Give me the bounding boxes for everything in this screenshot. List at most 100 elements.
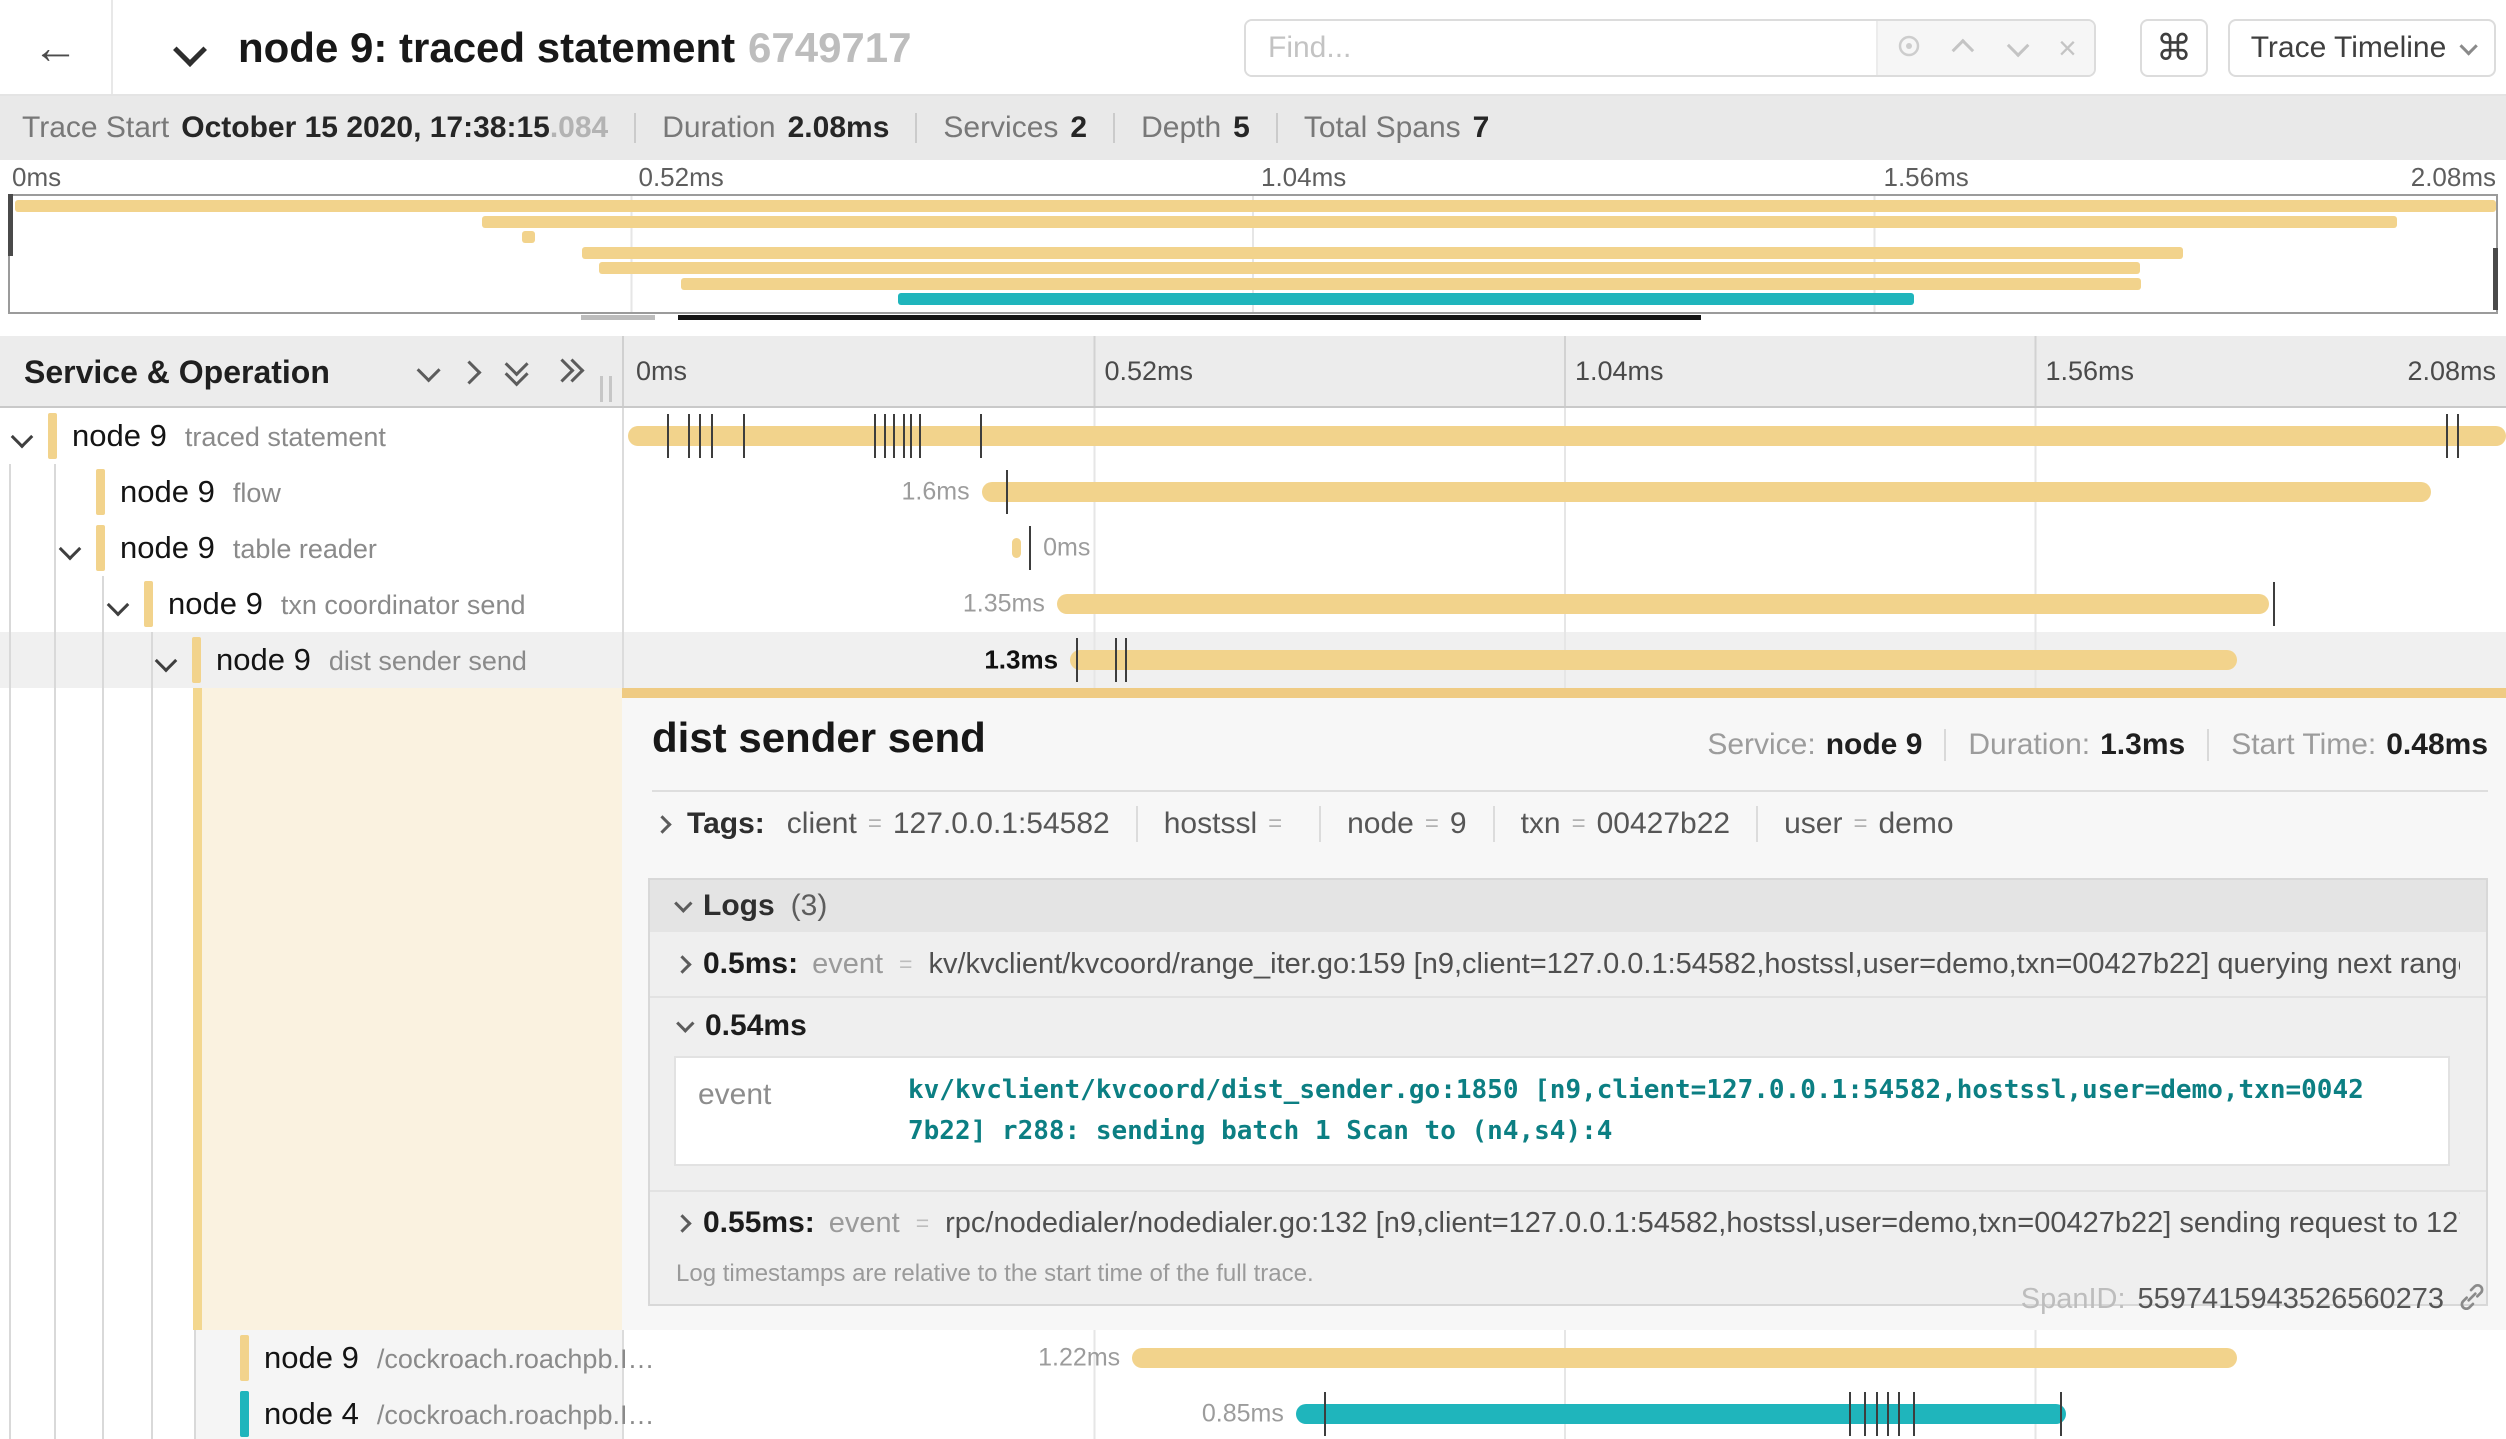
span-name-cell[interactable]: node 9table reader xyxy=(0,520,622,576)
log-event-tick xyxy=(903,414,905,458)
span-timeline-cell[interactable]: 1.6ms xyxy=(622,464,2506,520)
span-timeline-cell[interactable]: 1.22ms xyxy=(622,1330,2506,1386)
span-duration-bar[interactable] xyxy=(982,482,2431,502)
span-timeline-cell[interactable]: 0.85ms xyxy=(622,1386,2506,1439)
target-icon[interactable] xyxy=(1895,32,1923,65)
expand-chevron-icon[interactable] xyxy=(59,538,82,561)
log-entries: 0.5ms:event=kv/kvclient/kvcoord/range_it… xyxy=(650,932,2486,1254)
prev-match-icon[interactable] xyxy=(1952,39,1975,62)
span-timeline-cell[interactable]: 1.3ms xyxy=(622,632,2506,688)
view-selector-button[interactable]: Trace Timeline xyxy=(2228,19,2496,77)
double-chevron-right-icon[interactable] xyxy=(554,358,578,386)
indent-guide xyxy=(9,576,11,632)
log-timestamp: 0.5ms: xyxy=(703,947,798,981)
minimap-scrub-strip[interactable] xyxy=(8,315,2498,321)
tag-key: node xyxy=(1347,807,1414,841)
span-row[interactable]: node 4/cockroach.roachpb.I… 0.85ms xyxy=(0,1386,2506,1439)
span-row[interactable]: node 9/cockroach.roachpb.I…1.22ms xyxy=(0,1330,2506,1386)
minimap-canvas[interactable] xyxy=(8,194,2498,314)
overview-separator xyxy=(1944,729,1946,761)
span-name-cell[interactable]: node 9/cockroach.roachpb.I… xyxy=(0,1330,622,1386)
log-event-tick xyxy=(1125,638,1127,682)
collapse-trace-chevron-icon[interactable] xyxy=(173,33,207,67)
log-event-tick xyxy=(1029,526,1031,570)
find-input[interactable] xyxy=(1246,21,1876,75)
span-row[interactable]: node 9flow1.6ms xyxy=(0,464,2506,520)
tag-value: 127.0.0.1:54582 xyxy=(893,807,1110,841)
link-icon[interactable] xyxy=(2456,1281,2488,1318)
tag-separator xyxy=(1136,806,1138,842)
log-event-tick xyxy=(667,414,669,458)
detail-left-gutter xyxy=(0,688,622,1330)
span-detail-title: dist sender send xyxy=(652,714,986,762)
summary-separator xyxy=(915,113,917,143)
log-entry[interactable]: 0.5ms:event=kv/kvclient/kvcoord/range_it… xyxy=(650,932,2486,996)
span-name-cell[interactable]: node 9flow xyxy=(0,464,622,520)
next-match-icon[interactable] xyxy=(2007,35,2030,58)
span-row[interactable]: node 9traced statement xyxy=(0,408,2506,464)
logs-header[interactable]: Logs (3) xyxy=(650,880,2486,932)
span-name-cell[interactable]: node 9traced statement xyxy=(0,408,622,464)
span-duration-bar[interactable] xyxy=(1012,538,1021,558)
log-entry[interactable]: 0.55ms:event=rpc/nodedialer/nodedialer.g… xyxy=(650,1190,2486,1254)
chevron-right-icon[interactable] xyxy=(457,360,481,384)
log-event-tick xyxy=(699,414,701,458)
span-name-cell[interactable]: node 9dist sender send xyxy=(0,632,622,688)
span-service-name: node 9 xyxy=(120,530,215,566)
expand-chevron-icon[interactable] xyxy=(11,426,34,449)
minimap-right-scrubber[interactable] xyxy=(2493,248,2498,310)
span-color-swatch xyxy=(96,469,105,515)
indent-guide xyxy=(54,520,56,576)
equals-sign: = xyxy=(916,1210,929,1237)
indent-guide xyxy=(102,1330,104,1386)
equals-sign: = xyxy=(1425,810,1439,838)
indent-guide xyxy=(194,1330,196,1386)
minimap-left-scrubber[interactable] xyxy=(8,194,13,256)
span-name-cell[interactable]: node 4/cockroach.roachpb.I… xyxy=(0,1386,622,1439)
double-chevron-down-icon[interactable] xyxy=(504,358,528,386)
logs-box: Logs (3) 0.5ms:event=kv/kvclient/kvcoord… xyxy=(648,878,2488,1306)
log-entry-header[interactable]: 0.54ms xyxy=(650,998,2486,1054)
span-id-value: 5597415943526560273 xyxy=(2138,1283,2444,1316)
span-duration-bar[interactable] xyxy=(1132,1348,2237,1368)
span-id-row: SpanID: 5597415943526560273 xyxy=(2021,1281,2488,1318)
indent-guide xyxy=(9,464,11,520)
expand-chevron-icon[interactable] xyxy=(107,594,130,617)
span-operation-name: txn coordinator send xyxy=(281,590,526,621)
span-name-cell[interactable]: node 9txn coordinator send xyxy=(0,576,622,632)
span-labels: node 9traced statement xyxy=(72,418,386,454)
span-timeline-cell[interactable] xyxy=(622,408,2506,464)
collapse-controls xyxy=(418,358,578,386)
summary-separator xyxy=(1113,113,1115,143)
clear-find-icon[interactable]: × xyxy=(2058,32,2077,64)
expanded-span-gutter xyxy=(202,688,622,1330)
minimap-span-bar xyxy=(582,247,2183,259)
span-duration-label: 0.85ms xyxy=(1202,1400,1284,1429)
view-selector-label: Trace Timeline xyxy=(2251,31,2447,65)
log-field-value: kv/kvclient/kvcoord/range_iter.go:159 [n… xyxy=(928,948,2460,981)
indent-guide xyxy=(151,632,153,688)
span-timeline-cell[interactable]: 1.35ms xyxy=(622,576,2506,632)
span-row[interactable]: node 9dist sender send1.3ms xyxy=(0,632,2506,688)
scrub-range-segment[interactable] xyxy=(678,315,1701,320)
chevron-down-icon[interactable] xyxy=(417,358,441,382)
keyboard-shortcuts-button[interactable]: ⌘ xyxy=(2140,19,2208,77)
log-event-tick xyxy=(1898,1392,1900,1436)
span-duration-bar[interactable] xyxy=(1070,650,2237,670)
back-button[interactable]: ← xyxy=(0,0,113,94)
span-row[interactable]: node 9txn coordinator send1.35ms xyxy=(0,576,2506,632)
expand-chevron-icon[interactable] xyxy=(155,650,178,673)
span-labels: node 9/cockroach.roachpb.I… xyxy=(264,1340,654,1376)
log-event-tick xyxy=(1864,1392,1866,1436)
span-row[interactable]: node 9table reader0ms xyxy=(0,520,2506,576)
top-bar: ← node 9: traced statement 6749717 × ⌘ T… xyxy=(0,0,2506,96)
column-resize-handle[interactable] xyxy=(600,376,612,402)
span-timeline-cell[interactable]: 0ms xyxy=(622,520,2506,576)
indent-guide xyxy=(151,1330,153,1386)
log-event-detail-box: eventkv/kvclient/kvcoord/dist_sender.go:… xyxy=(674,1056,2450,1166)
tags-row[interactable]: Tags: client=127.0.0.1:54582hostssl=node… xyxy=(656,802,1954,846)
span-duration-bar[interactable] xyxy=(1057,594,2269,614)
span-service-name: node 9 xyxy=(216,642,311,678)
span-duration-bar[interactable] xyxy=(1296,1404,2066,1424)
scrub-handle-segment[interactable] xyxy=(581,315,656,320)
